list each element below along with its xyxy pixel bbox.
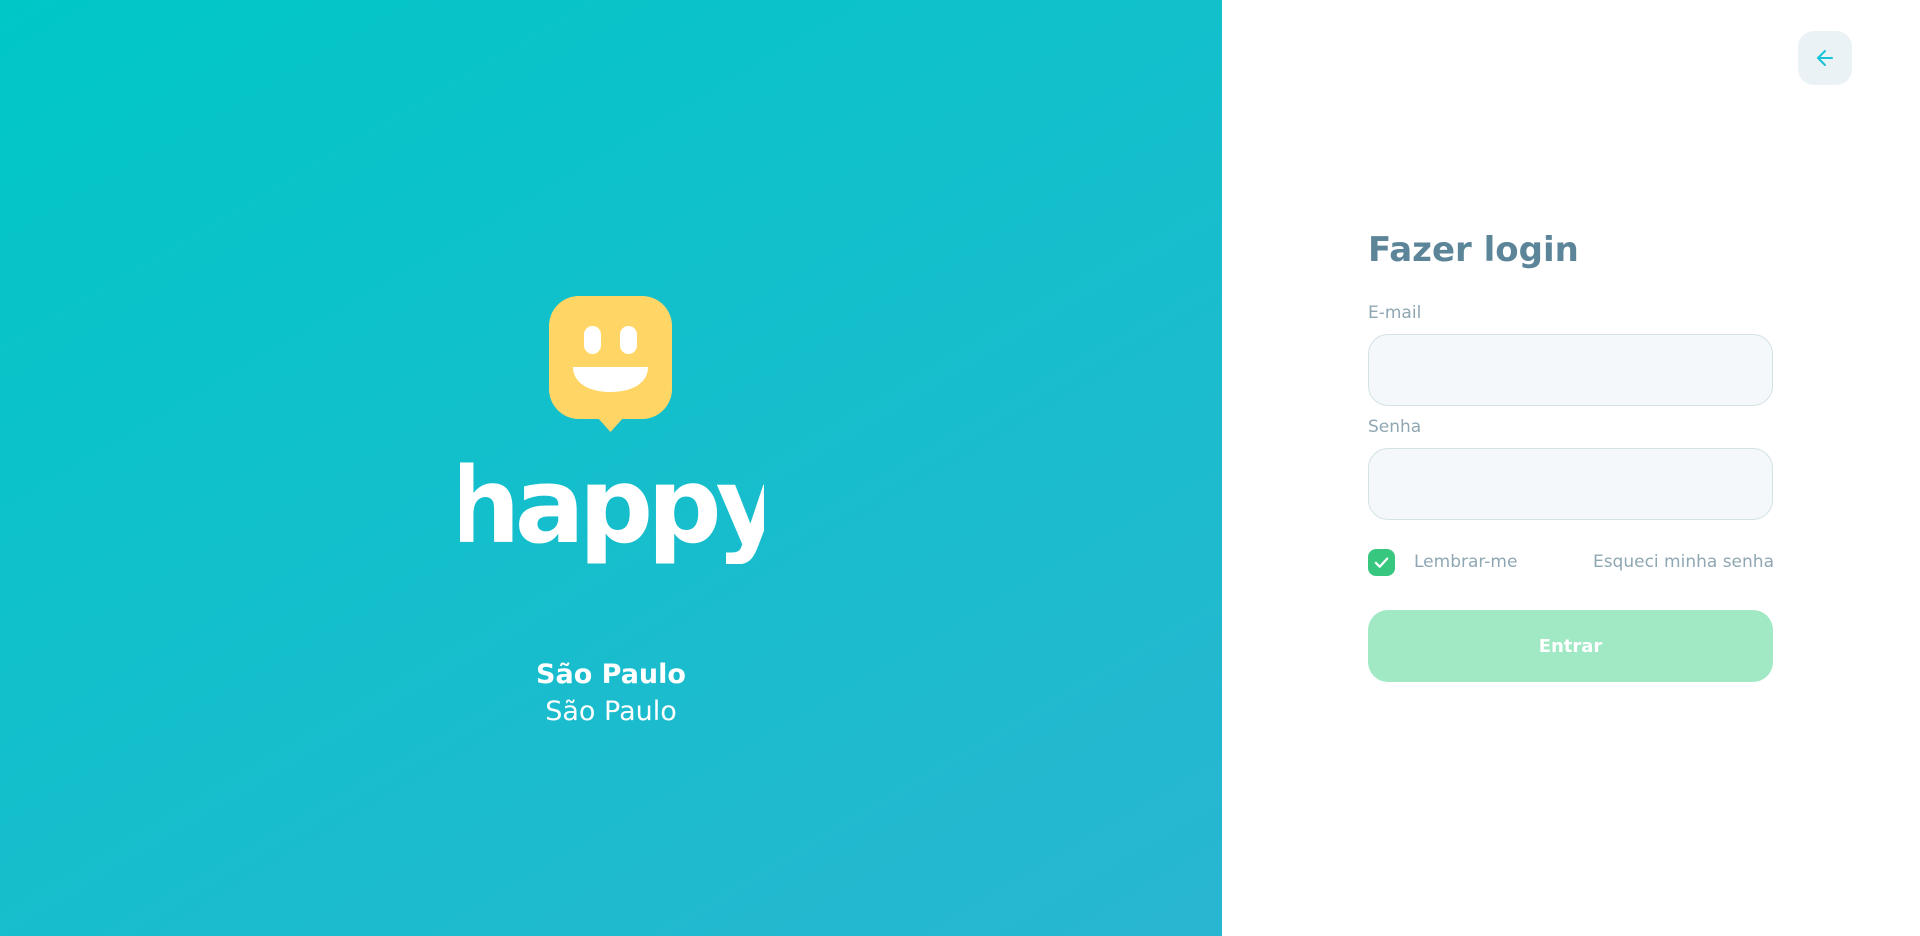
back-button[interactable] <box>1798 31 1852 85</box>
arrow-left-icon <box>1817 50 1833 66</box>
login-form: Fazer login E-mail Senha Lembrar-me Esqu… <box>1368 222 1774 682</box>
happy-wordmark: happy <box>460 454 764 564</box>
location-city: São Paulo <box>536 659 686 690</box>
location: São Paulo São Paulo <box>0 656 1222 730</box>
submit-button[interactable]: Entrar <box>1368 610 1773 682</box>
check-icon <box>1374 556 1389 568</box>
brand-panel: happy São Paulo São Paulo <box>0 0 1222 936</box>
remember-me-checkbox[interactable] <box>1368 548 1395 576</box>
login-panel: Fazer login E-mail Senha Lembrar-me Esqu… <box>1222 0 1920 936</box>
login-page: happy São Paulo São Paulo Fazer login E-… <box>0 0 1920 936</box>
remember-me-label: Lembrar-me <box>1414 552 1518 572</box>
logo-text: happy <box>460 454 764 564</box>
login-options: Lembrar-me Esqueci minha senha <box>1368 548 1774 576</box>
forgot-password-link[interactable]: Esqueci minha senha <box>1593 552 1774 572</box>
login-title: Fazer login <box>1368 230 1579 270</box>
password-label: Senha <box>1368 417 1422 437</box>
smiley-pin-icon <box>549 296 672 432</box>
remember-me[interactable]: Lembrar-me <box>1368 548 1518 576</box>
email-input[interactable] <box>1368 334 1773 406</box>
password-input[interactable] <box>1368 448 1773 520</box>
email-label: E-mail <box>1368 303 1422 323</box>
location-state: São Paulo <box>545 696 677 727</box>
happy-logo: happy <box>460 296 764 566</box>
